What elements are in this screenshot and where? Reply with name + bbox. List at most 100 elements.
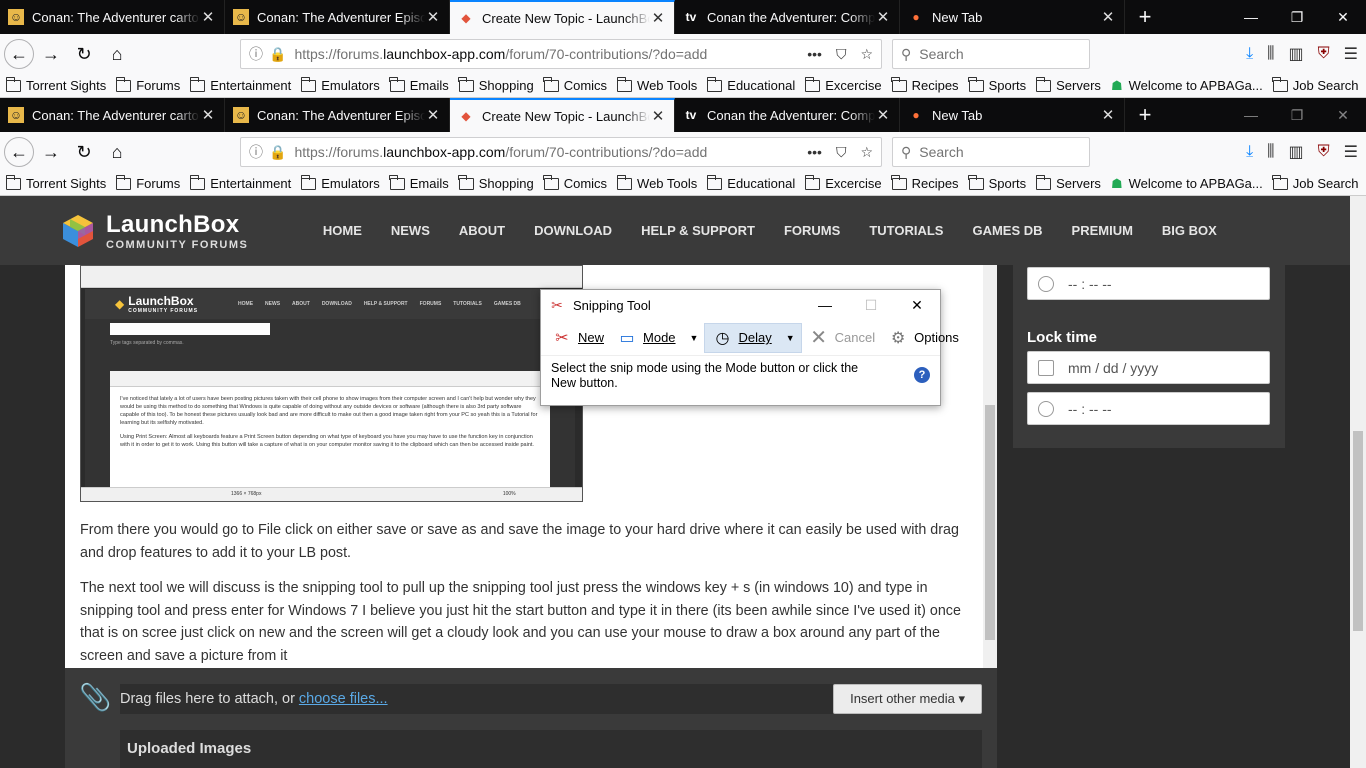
page-actions-icon[interactable]: ••• (807, 144, 822, 161)
library-icon[interactable]: ⫼ (1267, 45, 1274, 63)
bookmark-item[interactable]: Entertainment (189, 76, 291, 93)
bookmark-item[interactable]: Comics (543, 174, 607, 191)
tab-create-new-topic[interactable]: ◆ Create New Topic - LaunchBox ✕ (450, 0, 675, 34)
library-icon[interactable]: ⫼ (1267, 143, 1274, 161)
sidebar-icon[interactable]: ▥ (1289, 142, 1304, 162)
minimize-icon[interactable]: — (1228, 0, 1274, 34)
close-window-icon[interactable]: ✕ (1320, 98, 1366, 132)
bookmark-item[interactable]: ☗ Welcome to APBAGa... (1111, 176, 1263, 192)
close-icon[interactable]: ✕ (200, 106, 216, 124)
home-button[interactable]: ⌂ (101, 136, 133, 168)
menu-icon[interactable]: ☰ (1344, 44, 1358, 64)
close-icon[interactable]: ✕ (650, 107, 666, 125)
insert-other-media-button[interactable]: Insert other media ▾ (833, 684, 982, 714)
bookmark-item[interactable]: Forums (115, 174, 180, 191)
reload-button[interactable]: ↻ (68, 136, 100, 168)
sidebar-icon[interactable]: ▥ (1289, 44, 1304, 64)
ublock-icon[interactable]: ⛨ (1318, 45, 1330, 63)
close-icon[interactable]: ✕ (1100, 8, 1116, 26)
mode-dropdown-icon[interactable]: ▼ (690, 333, 699, 343)
forward-button[interactable]: → (35, 38, 67, 70)
back-button[interactable]: ← (4, 39, 34, 69)
new-snip-button[interactable]: ✂ New (545, 323, 610, 353)
bookmark-item[interactable]: Servers (1035, 76, 1101, 93)
info-icon[interactable]: ⓘ (249, 142, 263, 162)
delay-dropdown-icon[interactable]: ▼ (786, 333, 795, 343)
bookmark-item[interactable]: Recipes (891, 76, 959, 93)
nav-item[interactable]: FORUMS (769, 223, 854, 238)
close-icon[interactable]: ✕ (875, 106, 891, 124)
bookmark-item[interactable]: Sports (968, 174, 1026, 191)
close-icon[interactable]: ✕ (650, 9, 666, 27)
bookmark-item[interactable]: Recipes (891, 174, 959, 191)
page-scroll-thumb[interactable] (1353, 431, 1363, 631)
bookmark-item[interactable]: Excercise (804, 174, 882, 191)
close-icon[interactable]: ✕ (425, 8, 441, 26)
restore-icon[interactable]: ❐ (1274, 98, 1320, 132)
bookmark-star-icon[interactable]: ☆ (860, 144, 873, 161)
ublock-icon[interactable]: ⛨ (1318, 143, 1330, 161)
menu-icon[interactable]: ☰ (1344, 142, 1358, 162)
nav-item[interactable]: HELP & SUPPORT (627, 223, 770, 238)
bookmark-item[interactable]: Sports (968, 76, 1026, 93)
minimize-icon[interactable]: — (1228, 98, 1274, 132)
nav-item[interactable]: HOME (308, 223, 376, 238)
bookmark-item[interactable]: Shopping (458, 76, 534, 93)
close-icon[interactable]: ✕ (200, 8, 216, 26)
nav-item[interactable]: TUTORIALS (855, 223, 958, 238)
search-box[interactable]: ⚲ Search (892, 137, 1090, 167)
bookmark-item[interactable]: Servers (1035, 174, 1101, 191)
bookmark-item[interactable]: Emails (389, 174, 449, 191)
url-bar[interactable]: ⓘ 🔒 https://forums. launchbox-app.com/for… (240, 39, 882, 69)
search-box[interactable]: ⚲ Search (892, 39, 1090, 69)
bookmark-item[interactable]: Emulators (300, 76, 380, 93)
bookmark-item[interactable]: ☗ Welcome to APBAGa... (1111, 78, 1263, 94)
bookmark-item[interactable]: Emails (389, 76, 449, 93)
editor-scrollbar[interactable] (983, 265, 997, 668)
nav-item[interactable]: DOWNLOAD (520, 223, 627, 238)
tab-conan-cartoon[interactable]: ☺ Conan: The Adventurer cartoon ✕ (0, 98, 225, 132)
back-button[interactable]: ← (4, 137, 34, 167)
bookmark-item[interactable]: Entertainment (189, 174, 291, 191)
mode-button[interactable]: ▭ Mode ▼ (610, 323, 704, 353)
tab-conan-episode[interactable]: ☺ Conan: The Adventurer Episode ✕ (225, 0, 450, 34)
close-icon[interactable]: ✕ (875, 8, 891, 26)
bookmark-item[interactable]: Torrent Sights (5, 174, 106, 191)
scroll-thumb[interactable] (985, 405, 995, 640)
bookmark-item[interactable]: Excercise (804, 76, 882, 93)
tab-conan-cartoon[interactable]: ☺ Conan: The Adventurer cartoon ✕ (0, 0, 225, 34)
reload-button[interactable]: ↻ (68, 38, 100, 70)
close-window-icon[interactable]: ✕ (1320, 0, 1366, 34)
bookmark-item[interactable]: Forums (115, 76, 180, 93)
help-icon[interactable]: ? (914, 367, 930, 383)
nav-item[interactable]: GAMES DB (958, 223, 1057, 238)
tab-conan-complete[interactable]: tv Conan the Adventurer: Comple ✕ (675, 0, 900, 34)
restore-icon[interactable]: ❐ (1274, 0, 1320, 34)
close-icon[interactable]: ✕ (1100, 106, 1116, 124)
snip-close-icon[interactable]: ✕ (894, 297, 940, 314)
nav-item[interactable]: PREMIUM (1057, 223, 1147, 238)
choose-files-link[interactable]: choose files... (299, 691, 388, 707)
new-tab-button[interactable]: + (1125, 98, 1165, 132)
nav-item[interactable]: NEWS (376, 223, 444, 238)
download-icon[interactable]: ⤓ (1246, 143, 1253, 161)
site-logo[interactable]: LaunchBox COMMUNITY FORUMS (62, 211, 248, 251)
bookmark-item[interactable]: Shopping (458, 174, 534, 191)
tab-new-tab[interactable]: ● New Tab ✕ (900, 0, 1125, 34)
lock-time-input[interactable]: -- : -- -- (1027, 392, 1270, 425)
bookmark-star-icon[interactable]: ☆ (860, 46, 873, 63)
delay-button[interactable]: ◷ Delay ▼ (704, 322, 802, 353)
time-input-1[interactable]: -- : -- -- (1027, 267, 1270, 300)
bookmark-item[interactable]: Educational (706, 76, 795, 93)
tab-conan-episode[interactable]: ☺ Conan: The Adventurer Episode ✕ (225, 98, 450, 132)
tab-new-tab[interactable]: ● New Tab ✕ (900, 98, 1125, 132)
nav-item[interactable]: ABOUT (444, 223, 519, 238)
lock-date-input[interactable]: mm / dd / yyyy (1027, 351, 1270, 384)
pocket-icon[interactable]: ⛉ (836, 144, 847, 161)
page-actions-icon[interactable]: ••• (807, 46, 822, 63)
bookmark-item[interactable]: Web Tools (616, 76, 697, 93)
bookmark-item[interactable]: Emulators (300, 174, 380, 191)
page-scrollbar[interactable] (1350, 196, 1366, 768)
bookmark-item[interactable]: Job Search (1272, 76, 1359, 93)
pocket-icon[interactable]: ⛉ (836, 46, 847, 63)
